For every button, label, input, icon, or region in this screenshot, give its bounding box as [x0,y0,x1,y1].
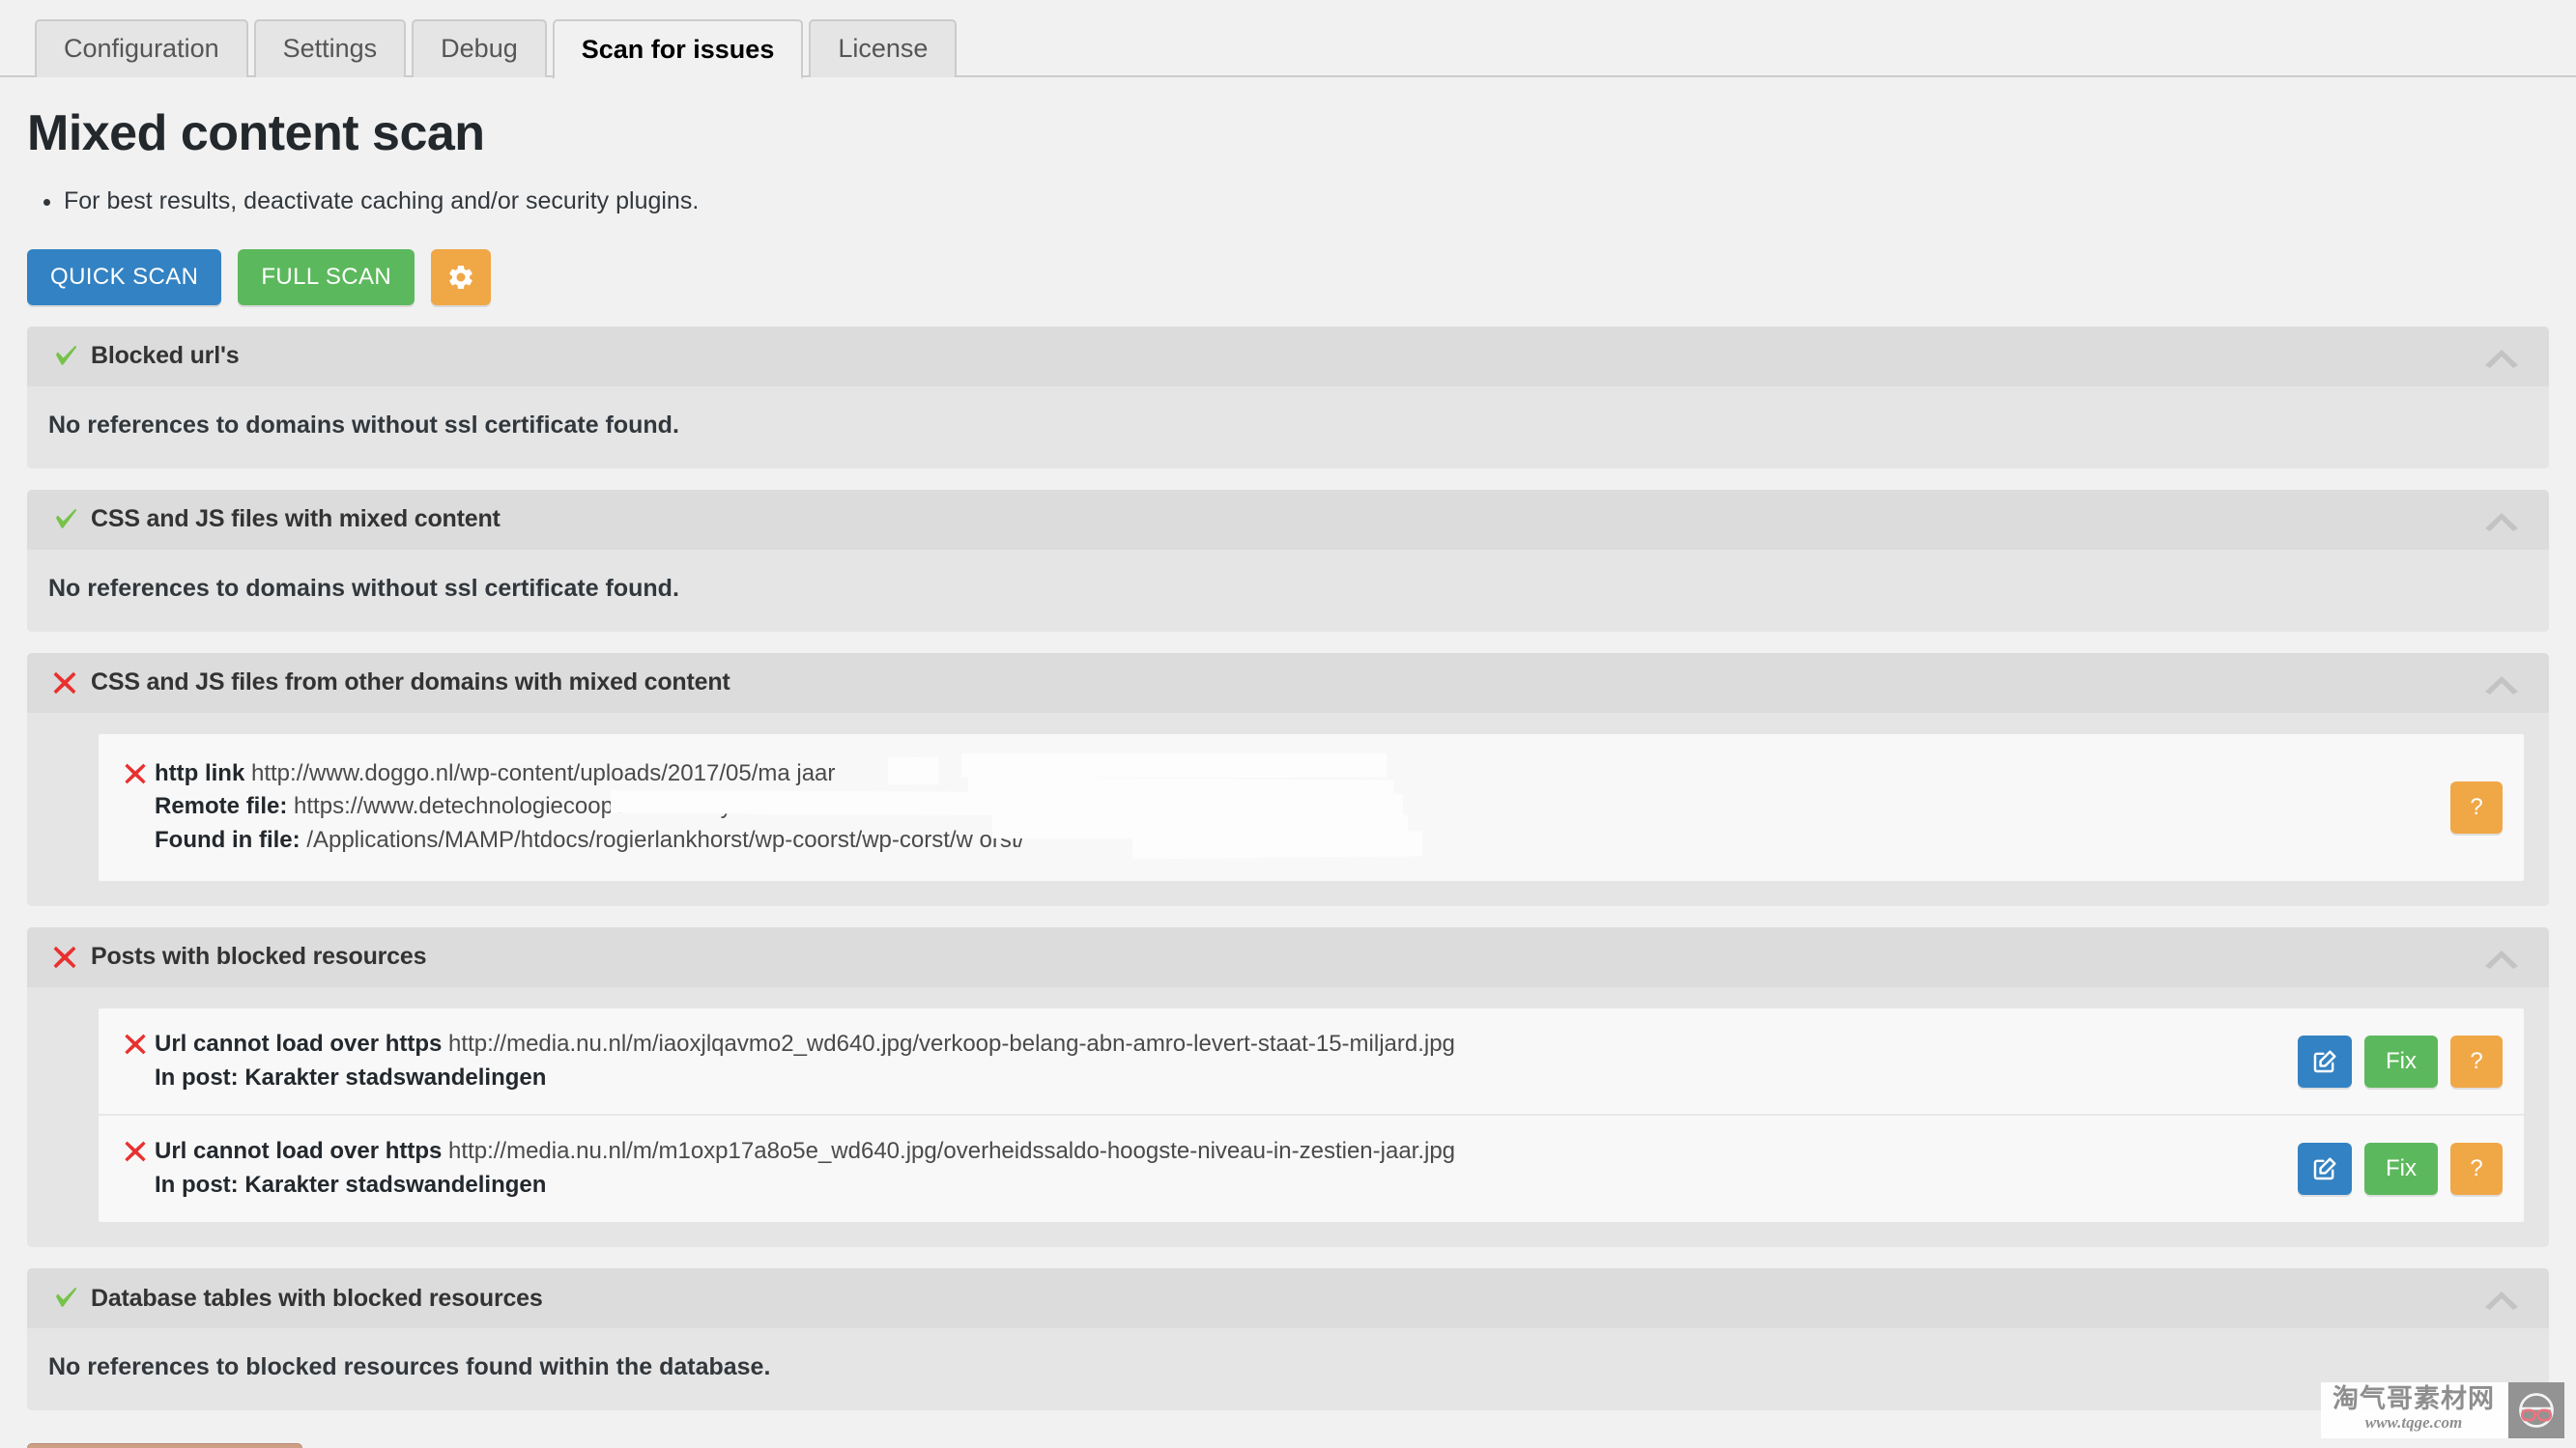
issue-row: Url cannot load over https http://media.… [99,1008,2524,1115]
cross-icon [116,1139,155,1164]
panel-title: Posts with blocked resources [91,943,427,971]
issue-list: http link http://www.doggo.nl/wp-content… [99,733,2524,881]
chevron-up-icon[interactable] [2479,943,2524,972]
panel-body-css-js-mixed-content: No references to domains without ssl cer… [27,549,2549,632]
issue-list: Url cannot load over https http://media.… [99,1008,2524,1223]
issue-value: http://media.nu.nl/m/iaoxjlqavmo2_wd640.… [448,1030,1455,1057]
watermark: 淘气哥素材网 www.tqge.com [2321,1382,2564,1438]
help-button[interactable]: ? [2450,781,2503,834]
issue-label: Remote file: [155,793,288,820]
tab-configuration[interactable]: Configuration [35,19,248,77]
watermark-text: 淘气哥素材网 www.tqge.com [2321,1382,2508,1438]
chevron-up-icon[interactable] [2479,342,2524,371]
notes-list: For best results, deactivate caching and… [64,184,2549,220]
watermark-title: 淘气哥素材网 [2333,1384,2495,1415]
fix-button[interactable]: Fix [2364,1035,2438,1088]
issue-label: http link [155,759,245,786]
panel-header-blocked-urls[interactable]: Blocked url's [27,326,2549,386]
issue-row: http link http://www.doggo.nl/wp-content… [99,734,2524,881]
panel-database-tables: Database tables with blocked resources N… [27,1268,2549,1411]
roll-back-file-changes-button[interactable]: Roll back file changes [27,1443,303,1448]
issue-label: Url cannot load over https [155,1030,443,1057]
issue-line: Remote file: https://www.detechnologieco… [155,790,2427,824]
panel-message: No references to domains without ssl cer… [48,411,679,439]
help-button[interactable]: ? [2450,1143,2503,1196]
full-scan-button[interactable]: FULL SCAN [238,248,415,305]
quick-scan-button[interactable]: QUICK SCAN [27,248,222,305]
issue-line: Found in file: /Applications/MAMP/htdocs… [155,824,2427,858]
panel-title: CSS and JS files from other domains with… [91,668,730,696]
edit-post-button[interactable] [2298,1143,2352,1196]
issue-row: Url cannot load over https http://media.… [99,1114,2524,1222]
issue-line: Url cannot load over https http://media.… [155,1135,2275,1169]
issue-label: Url cannot load over https [155,1138,443,1165]
tab-debug[interactable]: Debug [412,19,547,77]
panel-body-blocked-urls: No references to domains without ssl cer… [27,385,2549,468]
issue-text: http link http://www.doggo.nl/wp-content… [155,757,2427,858]
issue-actions: Fix ? [2298,1143,2503,1196]
panel-css-js-other-domains: CSS and JS files from other domains with… [27,652,2549,906]
check-icon [48,1284,81,1313]
issue-value: https://www.detechnologiecooperatie.nl/s… [294,793,847,820]
panel-title: Database tables with blocked resources [91,1284,543,1312]
panel-css-js-mixed-content: CSS and JS files with mixed content No r… [27,489,2549,632]
panel-header-css-js-other-domains[interactable]: CSS and JS files from other domains with… [27,652,2549,713]
edit-post-button[interactable] [2298,1035,2352,1088]
tab-bar: Configuration Settings Debug Scan for is… [0,0,2576,79]
cross-icon [48,944,81,971]
note-item: For best results, deactivate caching and… [64,184,2549,220]
panel-blocked-urls: Blocked url's No references to domains w… [27,326,2549,468]
panel-header-css-js-mixed-content[interactable]: CSS and JS files with mixed content [27,489,2549,550]
watermark-url: www.tqge.com [2364,1413,2463,1433]
issue-actions: ? [2450,781,2503,834]
help-button[interactable]: ? [2450,1035,2503,1088]
issue-line: Url cannot load over https http://media.… [155,1028,2275,1062]
tab-license[interactable]: License [809,19,958,77]
issue-value: /Applications/MAMP/htdocs/rogierlankhors… [306,827,1025,854]
issue-line: In post: Karakter stadswandelingen [155,1169,2275,1203]
tab-settings[interactable]: Settings [253,19,407,77]
issue-value: http://media.nu.nl/m/m1oxp17a8o5e_wd640.… [448,1138,1456,1165]
issue-post: In post: Karakter stadswandelingen [155,1064,547,1091]
edit-icon [2313,1157,2336,1180]
scan-button-row: QUICK SCAN FULL SCAN [27,248,2549,305]
issue-post: In post: Karakter stadswandelingen [155,1172,547,1199]
page-title: Mixed content scan [27,105,485,161]
glasses-logo-icon [2508,1382,2564,1438]
issue-line: http link http://www.doggo.nl/wp-content… [155,757,2427,791]
panel-message: No references to blocked resources found… [48,1353,771,1381]
panel-message: No references to domains without ssl cer… [48,574,679,602]
chevron-up-icon[interactable] [2479,505,2524,534]
issue-label: Found in file: [155,827,301,854]
fix-button[interactable]: Fix [2364,1143,2438,1196]
tab-scan-for-issues[interactable]: Scan for issues [552,19,804,79]
panel-body-database-tables: No references to blocked resources found… [27,1328,2549,1411]
panel-body-css-js-other-domains: http link http://www.doggo.nl/wp-content… [27,712,2549,906]
cross-icon [48,669,81,696]
panel-body-posts-blocked-resources: Url cannot load over https http://media.… [27,986,2549,1248]
issue-actions: Fix ? [2298,1035,2503,1088]
panel-title: Blocked url's [91,342,240,369]
issue-value: http://www.doggo.nl/wp-content/uploads/2… [251,759,836,786]
chevron-up-icon[interactable] [2479,1284,2524,1313]
scan-settings-button[interactable] [431,248,492,305]
footer: Roll back file changes [0,1410,2576,1448]
check-icon [48,505,81,534]
panel-posts-blocked-resources: Posts with blocked resources Url cannot … [27,926,2549,1248]
issue-line: In post: Karakter stadswandelingen [155,1062,2275,1095]
panel-header-database-tables[interactable]: Database tables with blocked resources [27,1268,2549,1329]
gear-icon [449,265,472,289]
cross-icon [116,1032,155,1057]
page-content: Mixed content scan For best results, dea… [0,104,2576,1411]
issue-text: Url cannot load over https http://media.… [155,1135,2275,1203]
chevron-up-icon[interactable] [2479,668,2524,697]
check-icon [48,342,81,371]
panel-header-posts-blocked-resources[interactable]: Posts with blocked resources [27,926,2549,987]
issue-text: Url cannot load over https http://media.… [155,1028,2275,1095]
panel-title: CSS and JS files with mixed content [91,505,501,532]
cross-icon [116,761,155,786]
edit-icon [2313,1050,2336,1072]
